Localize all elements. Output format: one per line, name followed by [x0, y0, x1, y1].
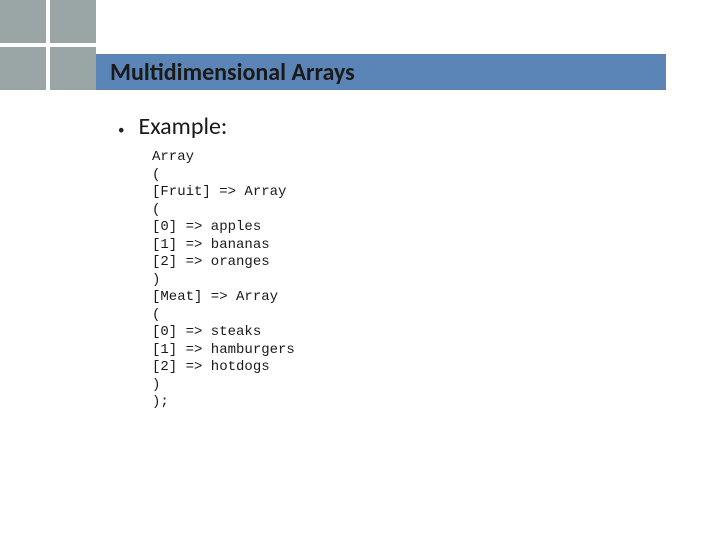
slide-title: Multidimensional Arrays	[110, 58, 355, 87]
slide-content: • Example: Array ( [Fruit] => Array ( [0…	[110, 112, 295, 412]
title-bar: Multidimensional Arrays	[96, 54, 666, 90]
bullet-marker: •	[118, 123, 124, 138]
code-block: Array ( [Fruit] => Array ( [0] => apples…	[152, 149, 295, 412]
decorative-grid	[0, 0, 96, 90]
grid-cell	[0, 47, 46, 90]
grid-cell	[50, 47, 96, 90]
bullet-item: • Example:	[118, 112, 295, 141]
grid-cell	[50, 0, 96, 43]
grid-cell	[0, 0, 46, 43]
bullet-text: Example:	[138, 112, 227, 141]
